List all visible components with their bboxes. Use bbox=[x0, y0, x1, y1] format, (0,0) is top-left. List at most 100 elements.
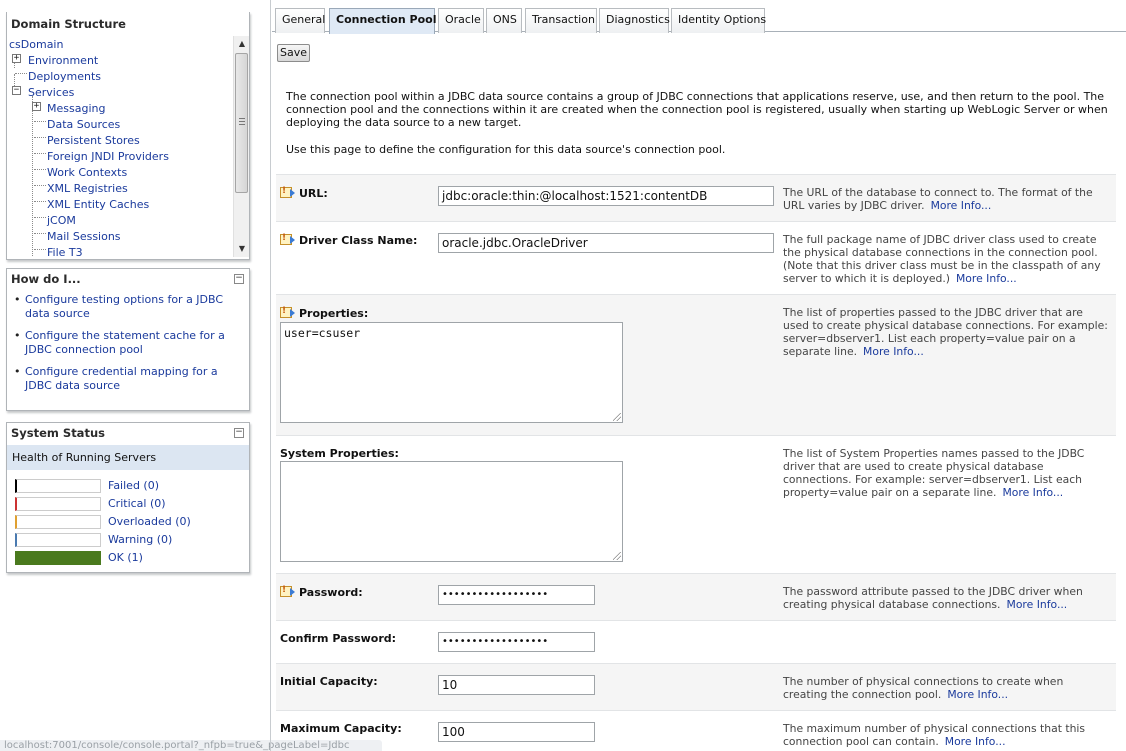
scroll-down-arrow-icon[interactable]: ▼ bbox=[234, 241, 250, 257]
tree-node-xml-registries[interactable]: XML Registries bbox=[47, 182, 128, 196]
status-link[interactable]: OK (1) bbox=[108, 551, 143, 565]
initial-capacity-row: Initial Capacity: 10 The number of physi… bbox=[276, 663, 1116, 710]
maximum-capacity-input[interactable]: 100 bbox=[438, 722, 595, 742]
system-properties-description: The list of System Properties names pass… bbox=[783, 447, 1085, 499]
how-do-i-link[interactable]: Configure credential mapping for a JDBC … bbox=[25, 365, 218, 392]
tree-node-xml-entity-caches[interactable]: XML Entity Caches bbox=[47, 198, 149, 212]
collapse-panel-icon[interactable]: − bbox=[234, 274, 244, 284]
url-row: ! URL: jdbc:oracle:thin:@localhost:1521:c… bbox=[276, 174, 1116, 221]
password-input[interactable]: •••••••••••••••••• bbox=[438, 585, 595, 605]
tab-ons[interactable]: ONS bbox=[486, 8, 522, 33]
tab-oracle[interactable]: Oracle bbox=[438, 8, 484, 33]
tab-connection-pool[interactable]: Connection Pool bbox=[329, 8, 436, 34]
tree-node-work-contexts[interactable]: Work Contexts bbox=[47, 166, 127, 180]
how-do-i-link[interactable]: Configure testing options for a JDBC dat… bbox=[25, 293, 223, 320]
more-info-link[interactable]: More Info... bbox=[945, 735, 1006, 748]
driver-class-input[interactable]: oracle.jdbc.OracleDriver bbox=[438, 233, 774, 253]
more-info-link[interactable]: More Info... bbox=[863, 345, 924, 358]
how-do-i-list: • Configure testing options for a JDBC da… bbox=[11, 293, 243, 393]
system-status-title: System Status bbox=[11, 426, 105, 440]
help-icon[interactable]: ! bbox=[280, 585, 295, 598]
driver-row: ! Driver Class Name: oracle.jdbc.OracleDr… bbox=[276, 221, 1116, 294]
status-meter bbox=[15, 533, 101, 547]
tree-node-csdomain[interactable]: csDomain bbox=[9, 38, 63, 52]
tree-node-deployments[interactable]: Deployments bbox=[28, 70, 101, 84]
tab-transaction[interactable]: Transaction bbox=[525, 8, 597, 33]
password-description: The password attribute passed to the JDB… bbox=[783, 585, 1083, 611]
confirm-password-label: Confirm Password: bbox=[280, 632, 397, 645]
more-info-link[interactable]: More Info... bbox=[1002, 486, 1063, 499]
help-icon[interactable]: ! bbox=[280, 186, 295, 199]
list-item: • Configure the statement cache for a JDB… bbox=[14, 329, 225, 356]
tree-scrollbar[interactable]: ▲ ▼ bbox=[233, 36, 249, 257]
system-properties-textarea[interactable] bbox=[280, 461, 623, 562]
system-properties-label: System Properties: bbox=[280, 447, 399, 460]
properties-row: ! Properties: user=csuser The list of pro… bbox=[276, 294, 1116, 435]
list-item: • Configure testing options for a JDBC da… bbox=[14, 293, 224, 320]
tab-identity-options[interactable]: Identity Options bbox=[671, 8, 766, 33]
tree-node-file-t3[interactable]: File T3 bbox=[47, 246, 83, 257]
system-properties-row: System Properties: The list of System Pr… bbox=[276, 435, 1116, 573]
maximum-capacity-label: Maximum Capacity: bbox=[280, 722, 402, 735]
how-do-i-title: How do I... bbox=[11, 272, 81, 286]
save-button[interactable]: Save bbox=[277, 44, 310, 62]
confirm-password-row: Confirm Password: •••••••••••••••••• bbox=[276, 620, 1116, 663]
tree-node-environment[interactable]: Environment bbox=[28, 54, 98, 68]
more-info-link[interactable]: More Info... bbox=[931, 199, 992, 212]
tab-diagnostics[interactable]: Diagnostics bbox=[599, 8, 670, 33]
password-label: ! Password: bbox=[280, 585, 363, 599]
tree-node-persistent-stores[interactable]: Persistent Stores bbox=[47, 134, 140, 148]
status-link[interactable]: Overloaded (0) bbox=[108, 515, 191, 529]
help-icon[interactable]: ! bbox=[280, 306, 295, 319]
confirm-password-input[interactable]: •••••••••••••••••• bbox=[438, 632, 595, 652]
how-do-i-link[interactable]: Configure the statement cache for a JDBC… bbox=[25, 329, 225, 356]
how-do-i-panel: How do I... − • Configure testing options… bbox=[6, 268, 250, 411]
domain-structure-panel: Domain Structure csDomain + Environment … bbox=[6, 12, 250, 260]
main-content: General Connection Pool Oracle ONS Trans… bbox=[270, 0, 1126, 751]
driver-description: The full package name of JDBC driver cla… bbox=[783, 233, 1101, 285]
properties-textarea[interactable]: user=csuser bbox=[280, 322, 623, 423]
scroll-up-arrow-icon[interactable]: ▲ bbox=[234, 36, 250, 52]
status-link[interactable]: Warning (0) bbox=[108, 533, 172, 547]
more-info-link[interactable]: More Info... bbox=[956, 272, 1017, 285]
url-input[interactable]: jdbc:oracle:thin:@localhost:1521:content… bbox=[438, 186, 774, 206]
status-link[interactable]: Critical (0) bbox=[108, 497, 166, 511]
tree-node-mail-sessions[interactable]: Mail Sessions bbox=[47, 230, 121, 244]
tree-node-data-sources[interactable]: Data Sources bbox=[47, 118, 120, 132]
tree-node-messaging[interactable]: Messaging bbox=[47, 102, 105, 116]
status-meter bbox=[15, 551, 101, 565]
driver-label: ! Driver Class Name: bbox=[280, 233, 418, 247]
collapse-panel-icon[interactable]: − bbox=[234, 428, 244, 438]
domain-structure-title: Domain Structure bbox=[11, 17, 126, 31]
expand-plus-icon[interactable]: + bbox=[32, 102, 41, 111]
more-info-link[interactable]: More Info... bbox=[947, 688, 1008, 701]
system-status-panel: System Status − Health of Running Server… bbox=[6, 422, 250, 573]
tab-general[interactable]: General bbox=[275, 8, 325, 33]
collapse-minus-icon[interactable]: − bbox=[12, 86, 21, 95]
url-description: The URL of the database to connect to. T… bbox=[783, 186, 1093, 212]
list-item: • Configure credential mapping for a JDBC… bbox=[14, 365, 218, 392]
properties-label: ! Properties: bbox=[280, 306, 369, 320]
scroll-thumb[interactable] bbox=[235, 53, 248, 193]
initial-capacity-label: Initial Capacity: bbox=[280, 675, 378, 688]
intro-paragraph: The connection pool within a JDBC data s… bbox=[286, 90, 1108, 129]
tree-node-jcom[interactable]: jCOM bbox=[47, 214, 76, 228]
url-label: ! URL: bbox=[280, 186, 328, 200]
maximum-capacity-description: The maximum number of physical connectio… bbox=[783, 722, 1086, 748]
status-meter bbox=[15, 515, 101, 529]
help-icon[interactable]: ! bbox=[280, 233, 295, 246]
intro-text: The connection pool within a JDBC data s… bbox=[286, 90, 1116, 170]
properties-description: The list of properties passed to the JDB… bbox=[783, 306, 1108, 358]
tree-node-foreign-jndi[interactable]: Foreign JNDI Providers bbox=[47, 150, 169, 164]
intro-paragraph: Use this page to define the configuratio… bbox=[286, 143, 726, 156]
initial-capacity-description: The number of physical connections to cr… bbox=[783, 675, 1064, 701]
tab-bar: General Connection Pool Oracle ONS Trans… bbox=[272, 4, 1126, 34]
password-row: ! Password: •••••••••••••••••• The passwo… bbox=[276, 573, 1116, 620]
more-info-link[interactable]: More Info... bbox=[1007, 598, 1068, 611]
domain-tree: csDomain + Environment Deployments − Ser… bbox=[7, 36, 233, 257]
expand-plus-icon[interactable]: + bbox=[12, 54, 21, 63]
status-link[interactable]: Failed (0) bbox=[108, 479, 159, 493]
initial-capacity-input[interactable]: 10 bbox=[438, 675, 595, 695]
tree-node-services[interactable]: Services bbox=[28, 86, 74, 100]
health-heading: Health of Running Servers bbox=[7, 445, 249, 470]
